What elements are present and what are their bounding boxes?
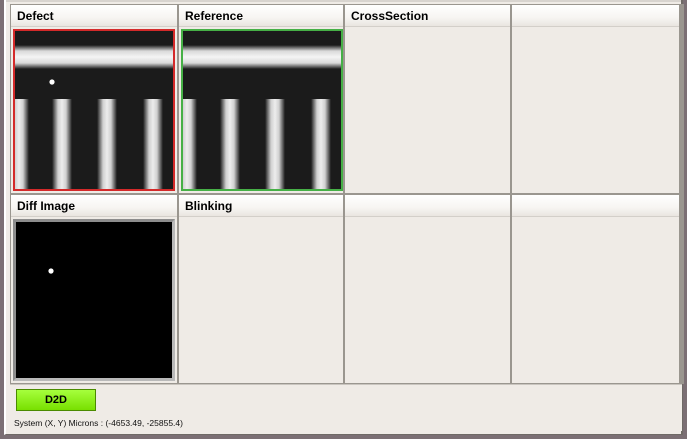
panel-cross-section[interactable]: CrossSection <box>345 5 510 193</box>
diff-image[interactable] <box>13 219 175 381</box>
d2d-button[interactable]: D2D <box>16 389 96 411</box>
panel-defect[interactable]: Defect <box>11 5 177 193</box>
panel-diff-image[interactable]: Diff Image <box>11 195 177 383</box>
panel-title: Diff Image <box>11 195 177 217</box>
panel-empty[interactable] <box>345 195 510 383</box>
diff-image-canvas <box>16 222 172 378</box>
coordinate-status: System (X, Y) Microns : (-4653.49, -2585… <box>14 418 183 428</box>
reference-image-canvas <box>183 31 341 189</box>
panel-title <box>512 5 679 27</box>
panel-title: Defect <box>11 5 177 27</box>
reference-image[interactable] <box>181 29 343 191</box>
defect-image-canvas <box>15 31 173 189</box>
defect-image[interactable] <box>13 29 175 191</box>
panel-title: CrossSection <box>345 5 510 27</box>
panel-empty[interactable] <box>512 195 679 383</box>
panel-title: Reference <box>179 5 343 27</box>
panel-empty[interactable] <box>512 5 679 193</box>
image-panel-grid: Defect Reference CrossSection Diff Image… <box>10 4 684 384</box>
panel-title: Blinking <box>179 195 343 217</box>
panel-title <box>512 195 679 217</box>
panel-blinking[interactable]: Blinking <box>179 195 343 383</box>
panel-reference[interactable]: Reference <box>179 5 343 193</box>
viewer-window: Defect Reference CrossSection Diff Image… <box>4 0 684 435</box>
bottom-toolbar: D2D System (X, Y) Microns : (-4653.49, -… <box>10 384 682 431</box>
panel-title <box>345 195 510 217</box>
window-top-edge <box>6 0 681 2</box>
